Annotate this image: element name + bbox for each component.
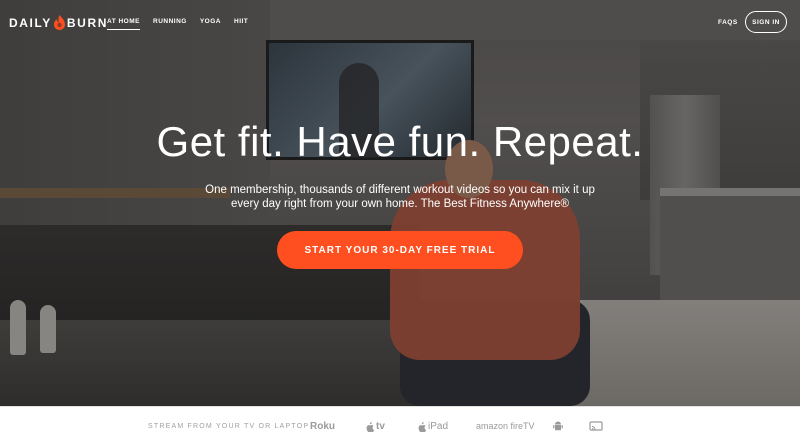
logo-text-right: BURN <box>66 15 108 30</box>
hero-subtext: One membership, thousands of different w… <box>205 184 595 210</box>
ipad-text: iPad <box>428 421 449 432</box>
amazon-fire-tv-logo: amazon fireTV <box>476 421 535 431</box>
free-trial-label: START YOUR 30-DAY FREE TRIAL <box>304 244 496 256</box>
nav-item-at-home[interactable]: AT HOME <box>107 18 140 30</box>
daily-burn-logo[interactable]: DAILY BURN <box>9 15 108 30</box>
roku-logo: Roku <box>310 421 335 432</box>
hero-headline: Get fit. Have fun. Repeat. <box>156 118 644 165</box>
logo-text-left: DAILY <box>9 15 52 30</box>
device-strip: STREAM FROM YOUR TV OR LAPTOP Roku tv iP… <box>0 406 800 433</box>
free-trial-button[interactable]: START YOUR 30-DAY FREE TRIAL <box>277 231 523 269</box>
nav-item-hiit[interactable]: HIIT <box>234 18 248 30</box>
apple-tv-logo: tv <box>366 421 385 432</box>
chromecast-icon <box>589 421 603 431</box>
flame-icon <box>53 15 65 30</box>
android-icon <box>553 421 563 431</box>
apple-icon <box>366 421 374 432</box>
faqs-link[interactable]: FAQS <box>718 19 738 26</box>
apple-icon <box>418 421 426 432</box>
ipad-logo: iPad <box>418 421 448 432</box>
sign-in-label: SIGN IN <box>752 18 780 26</box>
main-nav: AT HOME RUNNING YOGA HIIT <box>107 18 248 30</box>
nav-item-yoga[interactable]: YOGA <box>200 18 221 30</box>
apple-tv-text: tv <box>376 421 385 432</box>
stream-label: STREAM FROM YOUR TV OR LAPTOP <box>148 423 310 430</box>
nav-item-running[interactable]: RUNNING <box>153 18 187 30</box>
sign-in-button[interactable]: SIGN IN <box>745 11 787 33</box>
top-header: DAILY BURN AT HOME RUNNING YOGA HIIT FAQ… <box>0 0 800 44</box>
